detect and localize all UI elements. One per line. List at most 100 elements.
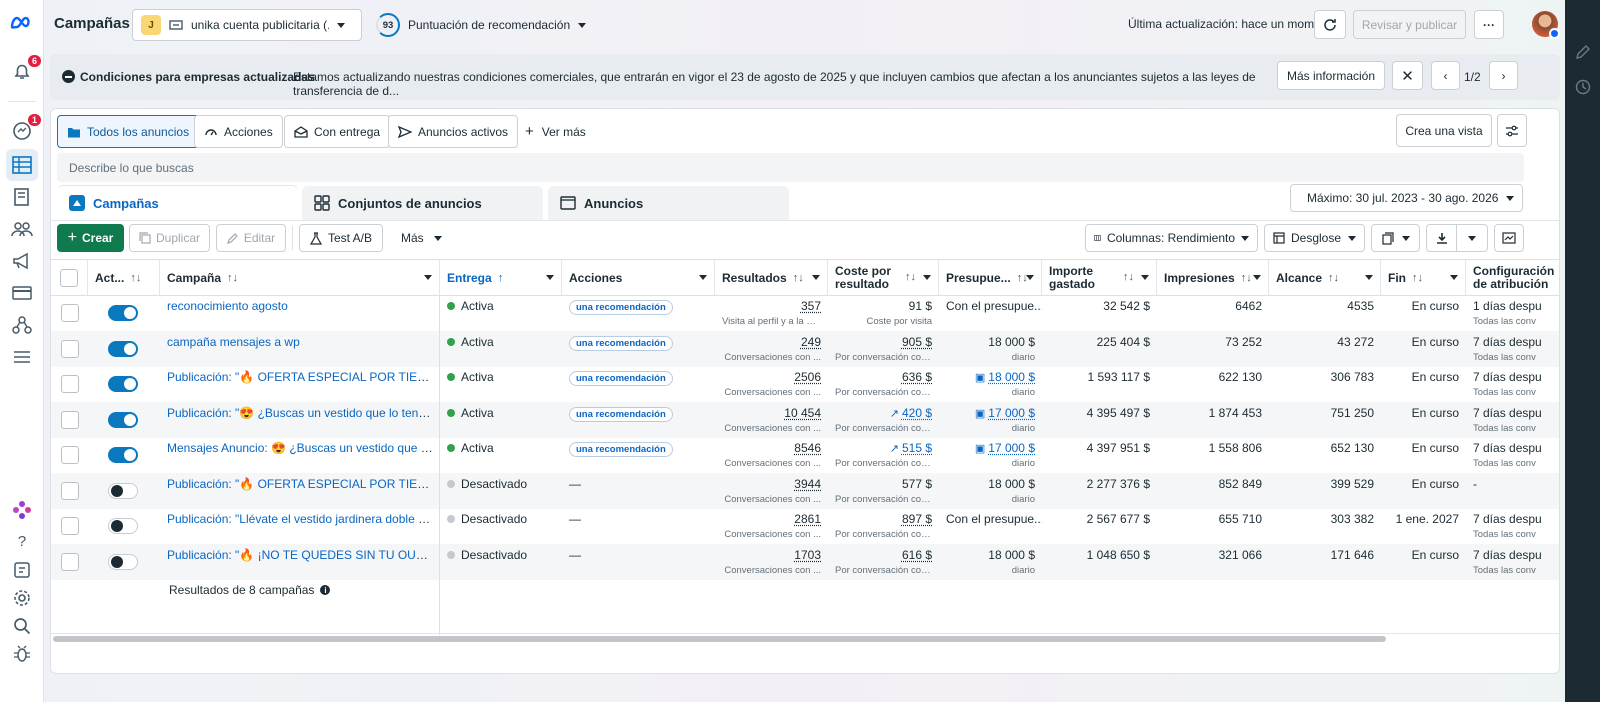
create-view-button[interactable]: Crea una vista xyxy=(1396,114,1492,147)
next-notice-button[interactable]: › xyxy=(1489,61,1518,90)
audiences-icon[interactable] xyxy=(10,217,34,241)
ab-test-button[interactable]: Test A/B xyxy=(299,224,383,252)
recommendation-badge[interactable]: una recomendación xyxy=(569,371,673,386)
refresh-button[interactable] xyxy=(1314,10,1346,39)
create-button[interactable]: + Crear xyxy=(57,224,124,252)
row-checkbox[interactable] xyxy=(60,446,79,464)
history-clock-icon[interactable] xyxy=(1571,75,1595,99)
campaign-toggle[interactable] xyxy=(108,376,138,392)
notifications-icon[interactable]: 6 xyxy=(10,54,42,84)
breakdown-dropdown[interactable]: Desglose xyxy=(1264,224,1365,252)
campaign-toggle[interactable] xyxy=(108,411,138,428)
reports-dropdown[interactable] xyxy=(1371,224,1420,252)
more-actions-dropdown[interactable]: Más xyxy=(401,231,442,245)
see-more-views[interactable]: + Ver más xyxy=(525,123,586,140)
ads-manager-table-icon[interactable] xyxy=(6,149,38,181)
campaign-name-link[interactable]: campaña mensajes a wp xyxy=(167,335,300,349)
messages-icon[interactable]: 1 xyxy=(10,113,42,143)
row-checkbox[interactable] xyxy=(60,410,79,429)
events-manager-icon[interactable] xyxy=(10,313,34,337)
recommendation-badge[interactable]: una recomendación xyxy=(569,406,673,422)
row-checkbox[interactable] xyxy=(60,304,79,322)
table-row[interactable]: Publicación: "🔥 ¡NO TE QUEDES SIN TU OUT… xyxy=(51,543,1559,580)
col-results[interactable]: Resultados ↑↓ xyxy=(715,260,828,296)
campaign-toggle[interactable] xyxy=(108,518,138,534)
info-icon[interactable]: i xyxy=(320,585,331,595)
more-options-button[interactable]: ··· xyxy=(1474,10,1504,39)
table-row[interactable]: Publicación: "🔥 OFERTA ESPECIAL POR TIEM… xyxy=(51,472,1559,509)
col-reach[interactable]: Alcance ↑↓ xyxy=(1269,260,1381,296)
col-campaign[interactable]: Campaña ↑↓ xyxy=(160,260,440,296)
billing-card-icon[interactable] xyxy=(10,281,34,305)
view-active-ads[interactable]: Anuncios activos xyxy=(388,115,519,148)
campaign-name-link[interactable]: Mensajes Anuncio: 😍 ¿Buscas un vestido q… xyxy=(167,441,440,455)
tab-campaigns[interactable]: Campañas xyxy=(57,186,298,220)
col-budget[interactable]: Presupue... ↑↓ xyxy=(939,260,1042,296)
table-row[interactable]: reconocimiento agosto Activa una recomenda… xyxy=(51,295,1559,331)
review-publish-button[interactable]: Revisar y publicar xyxy=(1353,10,1466,39)
campaign-name-link[interactable]: Publicación: "🔥 ¡NO TE QUEDES SIN TU OUT… xyxy=(167,548,440,562)
table-row[interactable]: campaña mensajes a wp Activa una recomenda… xyxy=(51,330,1559,367)
select-all-checkbox[interactable] xyxy=(60,268,78,287)
catalog-icon[interactable] xyxy=(10,185,34,209)
campaign-name-link[interactable]: reconocimiento agosto xyxy=(167,299,288,313)
row-checkbox[interactable] xyxy=(60,552,79,571)
recommendation-badge[interactable]: una recomendación xyxy=(569,300,673,315)
recommendation-badge[interactable]: una recomendación xyxy=(569,442,673,457)
col-delivery[interactable]: Entrega ↑ xyxy=(440,260,562,296)
meta-logo-icon[interactable] xyxy=(10,11,34,35)
help-icon[interactable]: ? xyxy=(10,529,34,553)
account-selector[interactable]: J unika cuenta publicitaria (... xyxy=(132,9,362,41)
meta-ai-icon[interactable] xyxy=(10,498,34,522)
campaign-toggle[interactable] xyxy=(108,553,138,570)
bug-report-icon[interactable] xyxy=(10,642,34,666)
col-impressions[interactable]: Impresiones ↑↓ xyxy=(1157,260,1269,296)
row-checkbox[interactable] xyxy=(60,339,79,358)
columns-dropdown[interactable]: Columnas: Rendimiento xyxy=(1085,224,1258,252)
campaign-toggle[interactable] xyxy=(108,305,138,321)
tab-ads[interactable]: Anuncios xyxy=(548,186,789,220)
col-amount-spent[interactable]: Importe gastado ↑↓ xyxy=(1042,260,1157,296)
campaign-name-link[interactable]: Publicación: "🔥 OFERTA ESPECIAL POR TIEM… xyxy=(167,370,440,384)
edit-pencil-icon[interactable] xyxy=(1571,40,1595,64)
view-all-ads[interactable]: Todos los anuncios xyxy=(57,115,200,148)
campaign-toggle[interactable] xyxy=(108,340,138,357)
recommendation-score[interactable]: 93 Puntuación de recomendación xyxy=(376,13,587,37)
table-row[interactable]: Publicación: "🔥 OFERTA ESPECIAL POR TIEM… xyxy=(51,366,1559,402)
edit-button[interactable]: Editar xyxy=(216,224,286,252)
megaphone-icon[interactable] xyxy=(10,249,34,273)
reports-icon[interactable] xyxy=(10,558,34,582)
horizontal-scrollbar[interactable] xyxy=(53,636,1386,642)
campaign-name-link[interactable]: Publicación: "😍 ¿Buscas un vestido que l… xyxy=(167,406,440,420)
prev-notice-button[interactable]: ‹ xyxy=(1431,61,1460,90)
search-input[interactable]: Describe lo que buscas xyxy=(57,153,1524,182)
tab-adsets[interactable]: Conjuntos de anuncios xyxy=(302,186,543,220)
table-row[interactable]: Publicación: "Llévate el vestido jardine… xyxy=(51,508,1559,544)
col-act[interactable]: Act... ↑↓ xyxy=(88,260,160,296)
view-actions[interactable]: Acciones xyxy=(194,115,283,148)
menu-icon[interactable] xyxy=(10,345,34,369)
duplicate-button[interactable]: Duplicar xyxy=(129,224,210,252)
campaign-toggle[interactable] xyxy=(108,482,138,499)
campaign-name-link[interactable]: Publicación: "🔥 OFERTA ESPECIAL POR TIEM… xyxy=(167,477,440,491)
date-range-picker[interactable]: Máximo: 30 jul. 2023 - 30 ago. 2026 xyxy=(1290,184,1523,212)
row-checkbox[interactable] xyxy=(60,517,79,535)
campaign-toggle[interactable] xyxy=(108,447,138,463)
col-actions[interactable]: Acciones xyxy=(562,260,715,296)
col-attribution[interactable]: Configuración de atribución xyxy=(1466,260,1559,296)
recommendation-badge[interactable]: una recomendación xyxy=(569,335,673,351)
col-end[interactable]: Fin ↑↓ xyxy=(1381,260,1466,296)
table-row[interactable]: Mensajes Anuncio: 😍 ¿Buscas un vestido q… xyxy=(51,437,1559,473)
export-button[interactable] xyxy=(1426,224,1488,252)
charts-button[interactable] xyxy=(1494,224,1524,252)
view-delivery[interactable]: Con entrega xyxy=(284,115,391,148)
search-icon[interactable] xyxy=(10,614,34,638)
campaign-name-link[interactable]: Publicación: "Llévate el vestido jardine… xyxy=(167,512,440,526)
settings-gear-icon[interactable] xyxy=(10,586,34,610)
table-row[interactable]: Publicación: "😍 ¿Buscas un vestido que l… xyxy=(51,401,1559,438)
view-settings-button[interactable] xyxy=(1497,114,1527,147)
more-info-button[interactable]: Más información xyxy=(1277,61,1385,90)
col-cost-per-result[interactable]: Coste por resultado ↑↓ xyxy=(828,260,939,296)
row-checkbox[interactable] xyxy=(60,481,79,500)
user-avatar[interactable] xyxy=(1532,11,1560,39)
